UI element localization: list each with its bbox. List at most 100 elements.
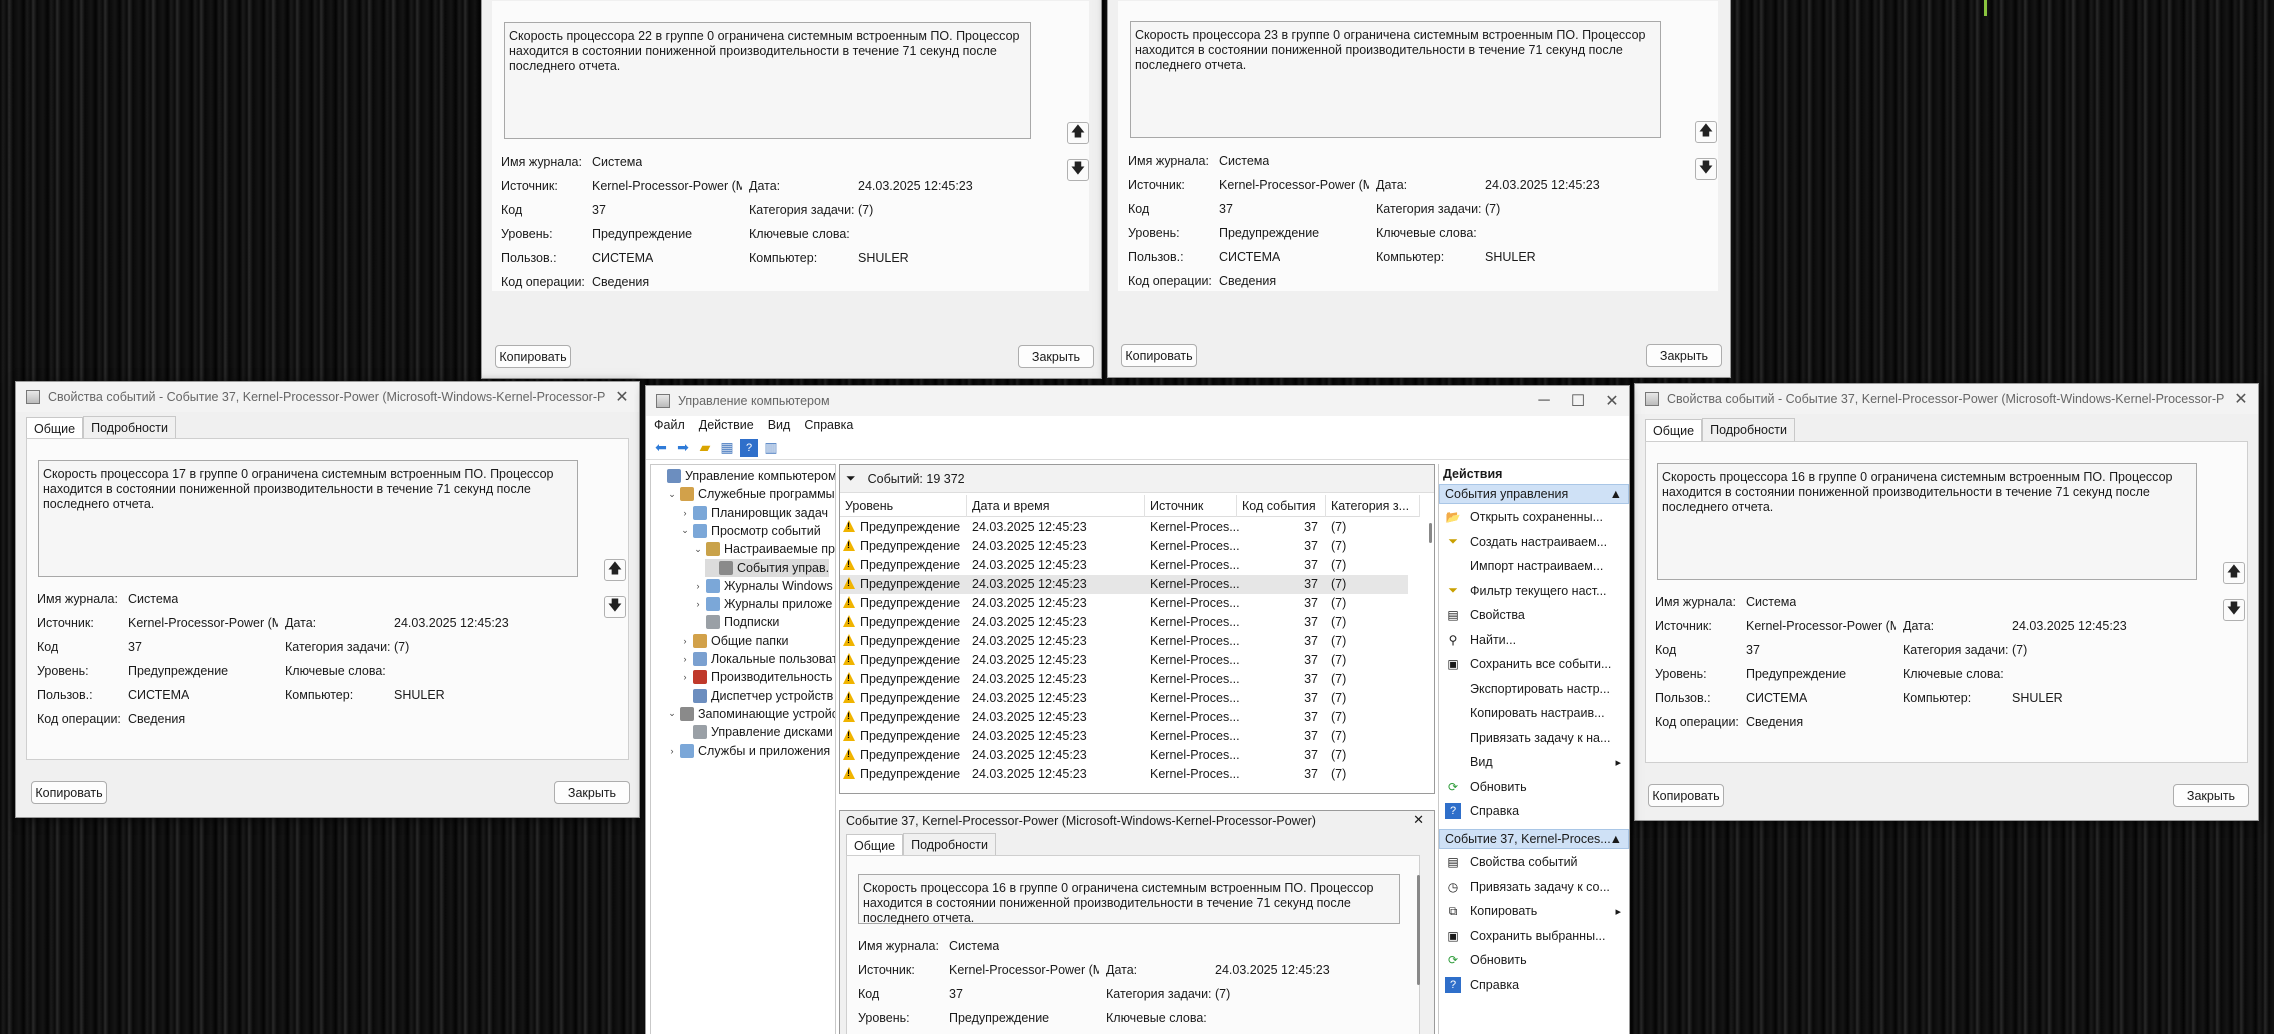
table-row[interactable]: Предупреждение 24.03.2025 12:45:23 Kernel-… [840,689,1408,708]
chevron-down-icon[interactable]: ⌄ [666,489,678,500]
action-item[interactable]: ⧉ Копировать ▸ [1439,899,1629,923]
chevron-down-icon[interactable]: ⌄ [679,525,691,536]
previous-event-button[interactable]: 🡅 [2223,562,2245,584]
close-button[interactable]: Закрыть [554,781,630,804]
action-item[interactable]: Импорт настраиваем... [1439,554,1629,578]
tab-details[interactable]: Подробности [83,416,176,439]
show-hide-action-pane-icon[interactable]: ▥ [762,439,780,457]
copy-button[interactable]: Копировать [495,345,571,368]
chevron-right-icon[interactable]: › [679,636,691,646]
collapse-icon[interactable]: ▲ [1610,830,1622,848]
column-level[interactable]: Уровень [840,494,967,517]
close-button[interactable]: Закрыть [2173,784,2249,807]
menu-action[interactable]: Действие [699,416,762,436]
tree-node[interactable]: › Локальные пользовате [679,650,835,668]
table-row[interactable]: Предупреждение 24.03.2025 12:45:23 Kernel-… [840,670,1408,689]
close-icon[interactable]: ✕ [1595,391,1629,411]
column-event-id[interactable]: Код события [1237,494,1326,517]
action-item[interactable]: ⏷ Создать настраиваем... [1439,530,1629,554]
copy-button[interactable]: Копировать [31,781,107,804]
menu-file[interactable]: Файл [654,416,693,436]
action-item[interactable]: ⚲ Найти... [1439,628,1629,652]
forward-arrow-icon[interactable]: ➡ [674,439,692,457]
table-row[interactable]: Предупреждение 24.03.2025 12:45:23 Kernel-… [840,613,1408,632]
vertical-scrollbar[interactable] [1429,523,1432,543]
previous-event-button[interactable]: 🡅 [1067,122,1089,144]
action-item[interactable]: ◷ Привязать задачу к со... [1439,875,1629,899]
close-button[interactable]: Закрыть [1018,345,1094,368]
chevron-right-icon[interactable]: › [679,654,691,664]
tree-node[interactable]: › Службы и приложения [666,742,830,760]
close-icon[interactable]: ✕ [2224,389,2258,409]
tab-general[interactable]: Общие [26,417,84,440]
action-item[interactable]: 📂 Открыть сохраненны... [1439,505,1629,529]
table-row[interactable]: Предупреждение 24.03.2025 12:45:23 Kernel-… [840,727,1408,746]
minimize-icon[interactable]: ─ [1527,392,1561,410]
tab-details[interactable]: Подробности [903,833,996,856]
column-source[interactable]: Источник [1145,494,1237,517]
action-item[interactable]: Привязать задачу к на... [1439,726,1629,750]
table-row[interactable]: Предупреждение 24.03.2025 12:45:23 Kernel-… [840,746,1408,765]
tree-node[interactable]: Управление дисками [679,723,833,741]
tree-node[interactable]: Управление компьютером (л [653,467,835,485]
close-icon[interactable]: ✕ [1413,812,1424,828]
tab-general[interactable]: Общие [1645,419,1703,442]
tree-node[interactable]: › Планировщик задач [679,504,828,522]
action-item[interactable]: ⟳ Обновить [1439,775,1629,799]
tree-node[interactable]: › Журналы приложе [692,595,832,613]
chevron-right-icon[interactable]: › [692,581,704,591]
tree-node[interactable]: ⌄ Запоминающие устройст [666,705,835,723]
next-event-button[interactable]: 🡇 [1067,159,1089,181]
copy-button[interactable]: Копировать [1121,344,1197,367]
action-item[interactable]: ⏷ Фильтр текущего наст... [1439,579,1629,603]
open-folder-icon[interactable]: ▰ [696,439,714,457]
preview-scrollbar[interactable] [1417,875,1420,985]
column-date-time[interactable]: Дата и время [967,494,1145,517]
close-button[interactable]: Закрыть [1646,344,1722,367]
action-item[interactable]: Копировать настраив... [1439,701,1629,725]
next-event-button[interactable]: 🡇 [2223,599,2245,621]
chevron-right-icon[interactable]: › [679,508,691,518]
tree-node[interactable]: ⌄ Настраиваемые пр [692,540,835,558]
table-row[interactable]: Предупреждение 24.03.2025 12:45:23 Kernel-… [840,765,1408,784]
close-icon[interactable]: ✕ [605,387,639,407]
column-task-category[interactable]: Категория з... [1326,494,1420,517]
tree-node[interactable]: События управ. [705,558,830,577]
chevron-right-icon[interactable]: › [692,599,704,609]
action-item[interactable]: ▣ Сохранить все событи... [1439,652,1629,676]
table-row[interactable]: Предупреждение 24.03.2025 12:45:23 Kernel-… [840,632,1408,651]
table-row[interactable]: Предупреждение 24.03.2025 12:45:23 Kernel-… [840,556,1408,575]
menu-help[interactable]: Справка [804,416,861,436]
tree-node[interactable]: › Производительность [679,668,832,686]
next-event-button[interactable]: 🡇 [604,596,626,618]
table-row[interactable]: Предупреждение 24.03.2025 12:45:23 Kernel-… [840,537,1408,556]
previous-event-button[interactable]: 🡅 [604,559,626,581]
action-item[interactable]: ▣ Сохранить выбранны... [1439,924,1629,948]
tree-node[interactable]: ⌄ Служебные программы [666,485,835,503]
tree-node[interactable]: › Журналы Windows [692,577,833,595]
previous-event-button[interactable]: 🡅 [1695,121,1717,143]
tab-general[interactable]: Общие [846,834,904,857]
chevron-right-icon[interactable]: › [679,672,691,682]
table-row[interactable]: Предупреждение 24.03.2025 12:45:23 Kernel-… [840,575,1408,594]
actions-group-event[interactable]: Событие 37, Kernel-Proces... ▲ [1439,829,1629,849]
chevron-down-icon[interactable]: ⌄ [666,708,678,719]
chevron-down-icon[interactable]: ⌄ [692,544,704,555]
menu-view[interactable]: Вид [768,416,799,436]
action-item[interactable]: Экспортировать настр... [1439,677,1629,701]
help-icon[interactable]: ? [740,438,758,457]
action-item[interactable]: ⟳ Обновить [1439,948,1629,972]
tree-node[interactable]: › Общие папки [679,632,789,650]
maximize-icon[interactable]: ☐ [1561,391,1595,411]
tree-node[interactable]: ⌄ Просмотр событий [679,522,821,540]
next-event-button[interactable]: 🡇 [1695,158,1717,180]
action-item[interactable]: Вид ▸ [1439,750,1629,774]
action-item[interactable]: ? Справка [1439,973,1629,997]
tree-node[interactable]: Диспетчер устройств [679,687,833,705]
actions-group-custom-view[interactable]: События управления ▲ [1439,484,1629,504]
table-row[interactable]: Предупреждение 24.03.2025 12:45:23 Kernel-… [840,594,1408,613]
collapse-icon[interactable]: ▲ [1610,485,1622,503]
table-row[interactable]: Предупреждение 24.03.2025 12:45:23 Kernel-… [840,651,1408,670]
show-hide-tree-icon[interactable]: ▦ [718,439,736,457]
action-item[interactable]: ▤ Свойства [1439,603,1629,627]
